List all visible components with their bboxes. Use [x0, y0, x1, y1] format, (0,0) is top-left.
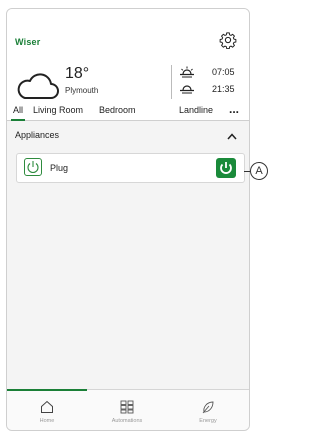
- device-card-plug[interactable]: Plug: [16, 153, 245, 183]
- sunset-time: 21:35: [212, 84, 235, 94]
- grid-icon: [120, 400, 134, 414]
- leaf-icon: [202, 401, 214, 414]
- tab-bedroom[interactable]: Bedroom: [99, 105, 136, 115]
- active-tab-indicator: [11, 119, 25, 121]
- sunset-icon: [180, 85, 194, 94]
- section-title: Appliances: [15, 130, 60, 140]
- nav-home[interactable]: Home: [7, 390, 87, 430]
- sunrise-time: 07:05: [212, 67, 235, 77]
- nav-label: Home: [39, 418, 55, 424]
- tab-living-room[interactable]: Living Room: [33, 105, 83, 115]
- bottom-nav: Home Automations Energy: [7, 389, 249, 430]
- app-screen: Wiser 18° Plymouth 07:05 21:35 All Livin…: [6, 8, 250, 431]
- sunrise-icon: [180, 66, 194, 78]
- cloud-icon: [17, 73, 59, 99]
- device-label: Plug: [50, 163, 69, 173]
- wiser-logo: Wiser: [15, 37, 41, 47]
- power-toggle-button[interactable]: [216, 158, 236, 178]
- tab-landline[interactable]: Landline: [179, 105, 213, 115]
- nav-label: Automations: [111, 418, 143, 424]
- more-tabs-button[interactable]: ...: [229, 102, 239, 116]
- nav-automations[interactable]: Automations: [87, 390, 167, 430]
- temperature: 18°: [65, 65, 90, 82]
- power-icon: [27, 161, 39, 174]
- header-panel: Wiser 18° Plymouth 07:05 21:35 All Livin…: [7, 9, 249, 121]
- chevron-up-icon[interactable]: [227, 133, 237, 140]
- power-icon: [220, 162, 232, 174]
- gear-icon[interactable]: [219, 31, 237, 49]
- plug-device-icon: [24, 158, 42, 176]
- nav-label: Energy: [199, 418, 217, 424]
- city-name: Plymouth: [65, 86, 99, 95]
- nav-energy[interactable]: Energy: [168, 390, 248, 430]
- tab-all[interactable]: All: [13, 105, 23, 115]
- weather-divider: [171, 65, 172, 99]
- home-icon: [41, 400, 53, 413]
- callout-marker: A: [250, 162, 268, 180]
- room-tabs: All Living Room Bedroom Landline ...: [7, 102, 249, 121]
